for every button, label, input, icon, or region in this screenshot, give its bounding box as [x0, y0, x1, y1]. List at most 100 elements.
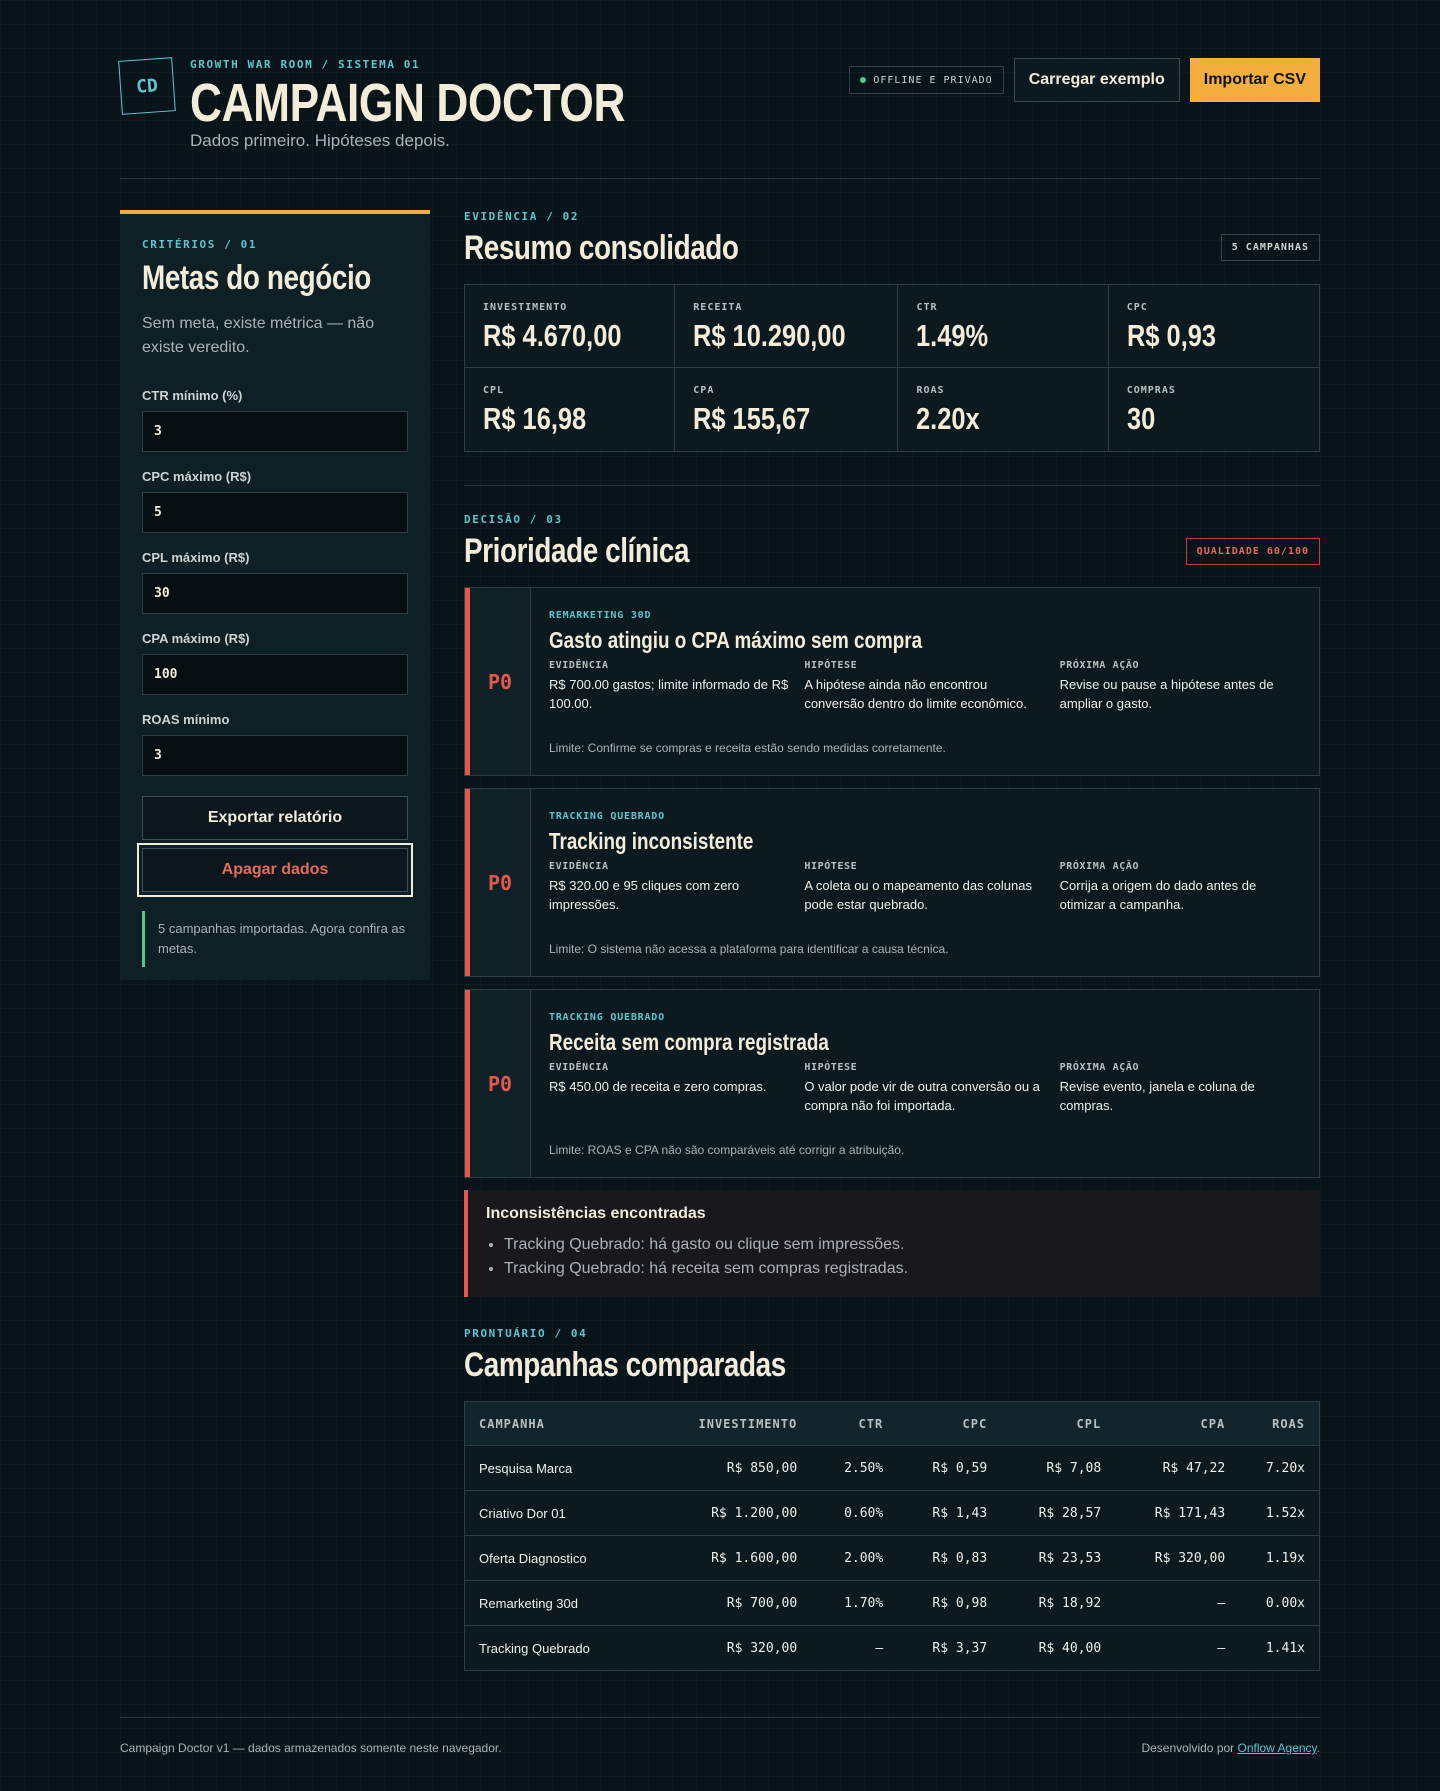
col-campaign[interactable]: CAMPANHA [464, 1401, 685, 1446]
export-report-button[interactable]: Exportar relatório [142, 796, 408, 840]
col-roas[interactable]: ROAS [1239, 1401, 1320, 1446]
goals-sidebar: CRITÉRIOS / 01 Metas do negócio Sem meta… [120, 210, 430, 980]
cpc-max-input[interactable]: 5 [142, 492, 408, 533]
kpi-purchases: COMPRAS 30 [1108, 368, 1319, 451]
hypothesis-text: A coleta ou o mapeamento das colunas pod… [804, 878, 1032, 912]
inconsistencies-list: Tracking Quebrado: há gasto ou clique se… [486, 1233, 1304, 1281]
card-title: Tracking inconsistente [549, 828, 754, 854]
list-item: Tracking Quebrado: há gasto ou clique se… [504, 1233, 1304, 1257]
kpi-investment: INVESTIMENTO R$ 4.670,00 [465, 285, 676, 368]
cell-cpl: R$ 40,00 [1001, 1625, 1116, 1671]
cell-campaign: Pesquisa Marca [464, 1445, 685, 1491]
action-column: PRÓXIMA AÇÃO Revise evento, janela e colu… [1060, 1062, 1301, 1115]
campaigns-title: Campanhas comparadas [464, 1346, 786, 1384]
footer-note: Campaign Doctor v1 — dados armazenados s… [120, 1741, 502, 1755]
offline-badge: OFFLINE E PRIVADO [849, 66, 1004, 94]
action-heading: PRÓXIMA AÇÃO [1059, 1062, 1140, 1073]
card-columns: EVIDÊNCIA R$ 320.00 e 95 cliques com zero… [549, 861, 1301, 914]
inconsistencies-title: Inconsistências encontradas [486, 1205, 706, 1222]
summary-title: Resumo consolidado [464, 229, 739, 267]
card-category: TRACKING QUEBRADO [549, 1012, 665, 1023]
load-example-button[interactable]: Carregar exemplo [1013, 58, 1180, 102]
evidence-column: EVIDÊNCIA R$ 700.00 gastos; limite inform… [549, 660, 790, 713]
kpi-label: INVESTIMENTO [483, 302, 568, 313]
evidence-heading: EVIDÊNCIA [549, 660, 609, 671]
summary-divider [464, 485, 1320, 486]
diagnosis-card[interactable]: P0 TRACKING QUEBRADO Tracking inconsiste… [464, 788, 1320, 977]
cell-roas: 1.52x [1239, 1490, 1320, 1536]
campaigns-section: PRONTUÁRIO / 04 Campanhas comparadas CAM… [464, 1327, 1320, 1671]
kpi-label: CPC [1126, 302, 1148, 313]
cell-cpl: R$ 18,92 [1001, 1580, 1116, 1626]
table-row: Oferta Diagnostico R$ 1.600,00 2.00% R$ 0,8… [464, 1535, 1320, 1581]
cpl-max-label: CPL máximo (R$) [142, 550, 250, 565]
ctr-min-input[interactable]: 3 [142, 411, 408, 452]
priority-section: DECISÃO / 03 Prioridade clínica QUALIDAD… [464, 513, 1320, 1297]
ctr-min-label: CTR mínimo (%) [142, 388, 243, 403]
clear-data-button[interactable]: Apagar dados [137, 843, 413, 897]
cell-roas: 1.41x [1239, 1625, 1320, 1671]
kpi-value: 30 [1126, 401, 1155, 436]
kpi-value: R$ 0,93 [1126, 318, 1216, 353]
header-kicker: GROWTH WAR ROOM / SISTEMA 01 [190, 58, 421, 71]
roas-min-label: ROAS mínimo [142, 712, 230, 727]
cell-ctr: 1.70% [811, 1580, 898, 1626]
diagnosis-card[interactable]: P0 REMARKETING 30D Gasto atingiu o CPA m… [464, 587, 1320, 776]
col-ctr[interactable]: CTR [811, 1401, 898, 1446]
cell-cpa: R$ 171,43 [1115, 1490, 1240, 1536]
kpi-label: COMPRAS [1126, 385, 1176, 396]
kpi-label: CPL [483, 385, 505, 396]
cpa-max-input[interactable]: 100 [142, 654, 408, 695]
col-cpa[interactable]: CPA [1115, 1401, 1240, 1446]
kpi-revenue: RECEITA R$ 10.290,00 [675, 285, 899, 368]
cell-roas: 0.00x [1239, 1580, 1320, 1626]
action-text: Revise ou pause a hipótese antes de ampl… [1059, 677, 1274, 711]
col-cpl[interactable]: CPL [1001, 1401, 1116, 1446]
priority-badge: P0 [465, 588, 531, 775]
table-row: Criativo Dor 01 R$ 1.200,00 0.60% R$ 1,43 R$… [464, 1490, 1320, 1536]
hypothesis-heading: HIPÓTESE [804, 1062, 858, 1073]
table-row: Remarketing 30d R$ 700,00 1.70% R$ 0,98 R$ 1… [464, 1580, 1320, 1626]
priority-badge: P0 [465, 789, 531, 976]
cell-roas: 7.20x [1239, 1445, 1320, 1491]
diagnosis-card[interactable]: P0 TRACKING QUEBRADO Receita sem compra … [464, 989, 1320, 1178]
status-dot-icon [860, 77, 867, 83]
cpa-max-label: CPA máximo (R$) [142, 631, 250, 646]
card-category: TRACKING QUEBRADO [549, 811, 665, 822]
col-investment[interactable]: INVESTIMENTO [684, 1401, 812, 1446]
action-text: Corrija a origem do dado antes de otimiz… [1059, 878, 1257, 912]
cell-campaign: Oferta Diagnostico [464, 1535, 685, 1581]
import-csv-button[interactable]: Importar CSV [1189, 58, 1320, 102]
kpi-label: CTR [916, 302, 938, 313]
hypothesis-column: HIPÓTESE A hipótese ainda não encontrou c… [804, 660, 1045, 713]
hypothesis-heading: HIPÓTESE [804, 861, 858, 872]
cell-campaign: Remarketing 30d [464, 1580, 685, 1626]
kpi-label: ROAS [916, 385, 945, 396]
footer-divider [120, 1717, 1320, 1718]
kpi-value: R$ 155,67 [693, 401, 811, 436]
sidebar-kicker: CRITÉRIOS / 01 [142, 238, 258, 251]
card-title: Gasto atingiu o CPA máximo sem compra [549, 627, 923, 653]
cell-investment: R$ 700,00 [684, 1580, 812, 1626]
offline-badge-label: OFFLINE E PRIVADO [873, 74, 993, 86]
kpi-value: R$ 10.290,00 [693, 318, 846, 353]
table-header-row: CAMPANHA INVESTIMENTO CTR CPC CPL CPA RO… [464, 1401, 1320, 1446]
cell-ctr: 0.60% [811, 1490, 898, 1536]
action-column: PRÓXIMA AÇÃO Revise ou pause a hipótese a… [1060, 660, 1301, 713]
col-cpc[interactable]: CPC [897, 1401, 1002, 1446]
cpl-max-input[interactable]: 30 [142, 573, 408, 614]
priority-title: Prioridade clínica [464, 532, 690, 570]
roas-min-input[interactable]: 3 [142, 735, 408, 776]
kpi-ctr: CTR 1.49% [898, 285, 1109, 368]
cell-cpl: R$ 28,57 [1001, 1490, 1116, 1536]
footer-credit: Desenvolvido por Onflow Agency. [1141, 1741, 1320, 1755]
evidence-text: R$ 450.00 de receita e zero compras. [549, 1079, 767, 1094]
cell-cpc: R$ 3,37 [897, 1625, 1002, 1671]
cell-campaign: Tracking Quebrado [464, 1625, 685, 1671]
agency-link[interactable]: Onflow Agency [1238, 1741, 1317, 1755]
header-actions: OFFLINE E PRIVADO Carregar exemplo Impor… [849, 58, 1320, 102]
evidence-heading: EVIDÊNCIA [549, 1062, 609, 1073]
evidence-column: EVIDÊNCIA R$ 320.00 e 95 cliques com zero… [549, 861, 790, 914]
sidebar-lead: Sem meta, existe métrica — não existe ve… [142, 315, 375, 356]
import-notice: 5 campanhas importadas. Agora confira as… [142, 911, 408, 967]
